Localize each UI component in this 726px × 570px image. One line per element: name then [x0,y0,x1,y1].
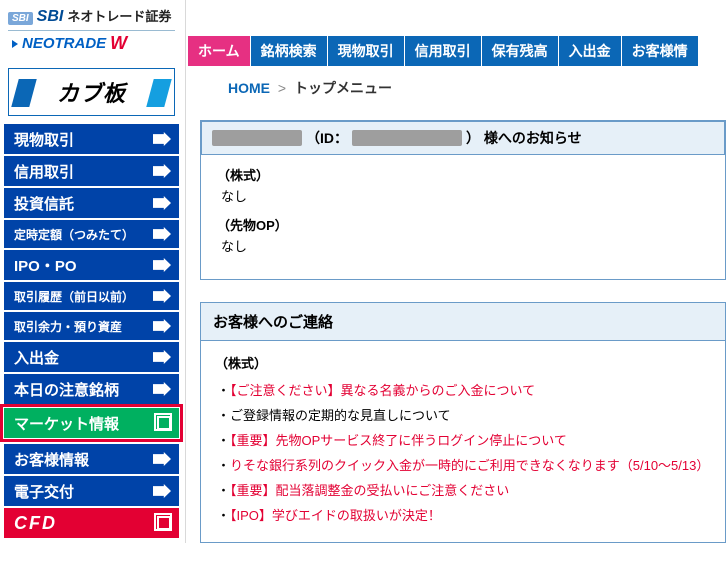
main-area: ホーム銘柄検索現物取引信用取引保有残高入出金お客様情 HOME > トップメニュ… [186,0,726,543]
breadcrumb-home[interactable]: HOME [228,80,270,96]
arrow-icon [153,452,171,466]
sidebar-item[interactable]: IPO・PO [4,250,179,280]
notice-id-suffix: ） 様へのお知らせ [466,128,582,148]
arrow-icon [153,258,171,272]
sidebar-item[interactable]: 入出金 [4,342,179,372]
brand-mark: SBI [8,12,33,25]
redacted-id [352,130,462,146]
message-text: 【重要】配当落調整金の受払いにご注意ください [230,483,509,498]
sidebar-item[interactable]: お客様情報 [4,444,179,474]
message-text: 【重要】先物OPサービス終了に伴うログイン停止について [230,433,567,448]
sidebar-item-label: お客様情報 [14,449,89,470]
side-nav: 現物取引信用取引投資信託定時定額（つみたて） IPO・PO 取引履歴（前日以前） 取引… [0,124,183,538]
sidebar-item[interactable]: 電子交付 [4,476,179,506]
notice-head: （ID： ） 様へのお知らせ [201,121,725,155]
sidebar-item-label: 電子交付 [14,481,74,502]
breadcrumb: HOME > トップメニュー [228,78,722,98]
arrow-icon [153,484,171,498]
sidebar-item-label: 定時定額（つみたて） [14,226,134,243]
message-text: 【ご注意ください】異なる名義からのご入金について [230,383,535,398]
messages-list: 【ご注意ください】異なる名義からのご入金についてご登録情報の定期的な見直しについ… [213,380,713,524]
top-tab[interactable]: 銘柄検索 [251,36,328,66]
messages-head: お客様へのご連絡 [201,303,725,341]
top-tab[interactable]: 現物取引 [328,36,405,66]
sidebar: SBI SBI ネオトレード証券 NEOTRADE W カブ板 現物取引信用取引… [0,0,186,543]
top-tab[interactable]: お客様情 [622,36,699,66]
sidebar-item[interactable]: 取引余力・預り資産 [4,312,179,340]
arrow-icon [153,227,171,241]
breadcrumb-sep: > [278,80,286,96]
external-icon [157,516,171,530]
top-tab[interactable]: ホーム [188,36,251,66]
messages-panel: お客様へのご連絡 （株式） 【ご注意ください】異なる名義からのご入金についてご登… [200,302,726,543]
sidebar-item-label: 取引余力・預り資産 [14,318,122,335]
sidebar-item[interactable]: 取引履歴（前日以前） [4,282,179,310]
brand-logo: SBI SBI ネオトレード証券 NEOTRADE W [0,0,183,58]
arrow-icon [153,196,171,210]
message-item[interactable]: 【ご注意ください】異なる名義からのご入金について [217,380,713,399]
message-item[interactable]: 【IPO】学びエイドの取扱いが決定！ [217,505,713,524]
sidebar-item-label: 信用取引 [14,161,74,182]
arrow-icon [153,132,171,146]
sidebar-item-label: 取引履歴（前日以前） [14,288,134,305]
message-text: ご登録情報の定期的な見直しについて [230,408,451,423]
brand-neo: NEOTRADE [22,35,106,52]
kabu-label: カブ板 [57,76,126,108]
arrow-icon [153,164,171,178]
notice-section-title: （株式） [217,165,713,184]
sidebar-item-label: 入出金 [14,347,59,368]
breadcrumb-current: トップメニュー [294,80,392,96]
sidebar-item-label: マーケット情報 [14,413,119,434]
redacted-name [212,130,302,146]
sidebar-item-label: 本日の注意銘柄 [14,379,119,400]
message-item[interactable]: りそな銀行系列のクイック入金が一時的にご利用できなくなります（5/10～5/13… [217,455,713,474]
sidebar-item-label: 投資信託 [14,193,74,214]
notice-section-body: なし [221,236,713,255]
sidebar-item[interactable]: 定時定額（つみたて） [4,220,179,248]
brand-neo-suffix: W [110,33,127,54]
message-item[interactable]: ご登録情報の定期的な見直しについて [217,405,713,424]
arrow-icon [153,382,171,396]
notice-section-title: （先物OP） [217,215,713,234]
sidebar-item[interactable]: マーケット情報 [4,408,179,438]
external-icon [157,416,171,430]
arrow-icon [153,350,171,364]
sidebar-item[interactable]: 信用取引 [4,156,179,186]
arrow-icon [153,289,171,303]
sidebar-item[interactable]: 現物取引 [4,124,179,154]
notice-section-body: なし [221,186,713,205]
message-text: りそな銀行系列のクイック入金が一時的にご利用できなくなります（5/10～5/13… [230,458,709,473]
top-tab[interactable]: 保有残高 [482,36,559,66]
top-tab[interactable]: 入出金 [559,36,622,66]
sidebar-item[interactable]: CFD [4,508,179,538]
sidebar-item[interactable]: 本日の注意銘柄 [4,374,179,404]
top-nav: ホーム銘柄検索現物取引信用取引保有残高入出金お客様情 [188,36,726,66]
sidebar-item-label: IPO・PO [14,255,77,276]
sidebar-item-label: CFD [14,513,57,534]
message-item[interactable]: 【重要】先物OPサービス終了に伴うログイン停止について [217,430,713,449]
brand-jp: ネオトレード証券 [67,6,171,25]
message-item[interactable]: 【重要】配当落調整金の受払いにご注意ください [217,480,713,499]
sidebar-item-label: 現物取引 [14,129,74,150]
sidebar-item[interactable]: 投資信託 [4,188,179,218]
arrow-icon [153,319,171,333]
arrow-icon [12,40,18,48]
messages-group: （株式） [215,353,713,372]
message-text: 【IPO】学びエイドの取扱いが決定！ [230,508,441,523]
kabu-banner[interactable]: カブ板 [8,68,175,116]
notice-id-prefix: （ID： [306,128,348,148]
top-tab[interactable]: 信用取引 [405,36,482,66]
brand-main: SBI [37,8,64,26]
notice-panel: （ID： ） 様へのお知らせ （株式） なし （先物OP） なし [200,120,726,280]
